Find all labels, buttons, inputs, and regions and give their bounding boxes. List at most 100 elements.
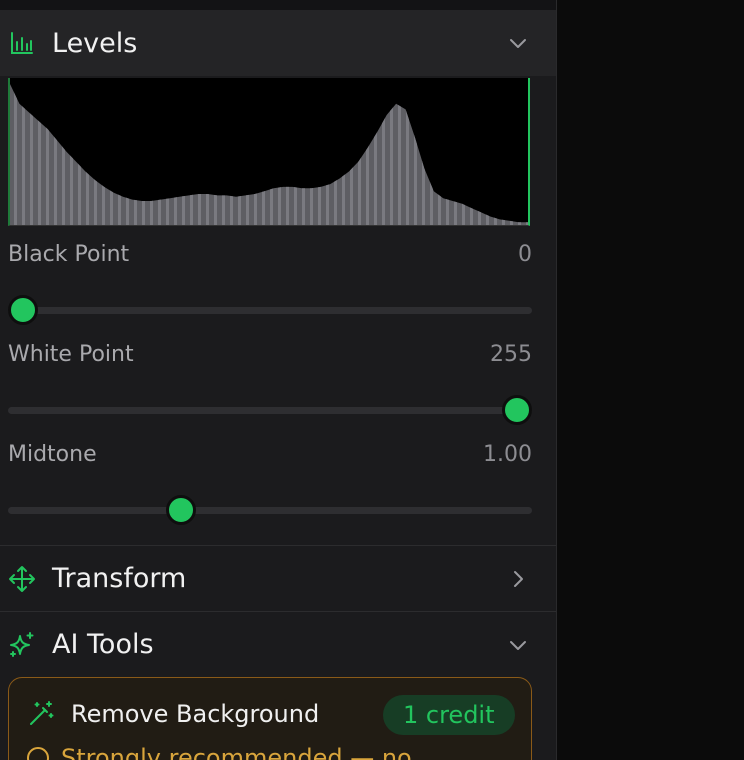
histogram-stripe (94, 84, 97, 225)
histogram-stripe (510, 84, 513, 225)
slider-thumb[interactable] (502, 395, 532, 425)
histogram-stripe (54, 84, 57, 225)
histogram-stripe (158, 84, 161, 225)
white-point-slider[interactable] (8, 395, 532, 425)
histogram-stripe (398, 84, 401, 225)
histogram-stripe (142, 84, 145, 225)
transform-title: Transform (52, 563, 187, 594)
histogram-stripe (270, 84, 273, 225)
histogram-stripe (302, 84, 305, 225)
slider-track[interactable] (8, 407, 532, 414)
info-circle-icon (27, 747, 49, 760)
sparkles-icon (8, 631, 36, 659)
histogram-stripe (62, 84, 65, 225)
histogram-stripe (110, 84, 113, 225)
chevron-down-icon[interactable] (506, 31, 530, 55)
histogram-stripe (278, 84, 281, 225)
histogram-stripe (46, 84, 49, 225)
histogram-stripe (342, 84, 345, 225)
histogram-stripe (254, 84, 257, 225)
slider-track[interactable] (8, 307, 532, 314)
histogram-stripe (262, 84, 265, 225)
black-point-slider[interactable] (8, 295, 532, 325)
slider-thumb[interactable] (166, 495, 197, 525)
bar-chart-icon (8, 29, 36, 57)
histogram-stripe (414, 84, 417, 225)
histogram-stripe (214, 84, 217, 225)
histogram-stripe (78, 84, 81, 225)
histogram-stripe (38, 84, 41, 225)
histogram-stripe (246, 84, 249, 225)
histogram-stripe (70, 84, 73, 225)
histogram-stripe (502, 84, 505, 225)
histogram-stripe (462, 84, 465, 225)
histogram-stripe (422, 84, 425, 225)
remove-background-card[interactable]: Remove Background 1 credit Strongly reco… (8, 677, 532, 760)
histogram-stripe (374, 84, 377, 225)
credit-badge: 1 credit (383, 695, 515, 735)
histogram-stripe (526, 84, 528, 225)
histogram-stripe (182, 84, 185, 225)
histogram-stripe (166, 84, 169, 225)
slider-track[interactable] (8, 507, 532, 514)
slider-thumb[interactable] (8, 295, 38, 325)
histogram-stripe (486, 84, 489, 225)
white-point-label: White Point (8, 342, 134, 367)
histogram-stripe (118, 84, 121, 225)
transform-section-header[interactable]: Transform (0, 545, 556, 611)
histogram-stripe (294, 84, 297, 225)
panel-top-strip (0, 0, 556, 10)
histogram-stripe (430, 84, 433, 225)
histogram-stripe (366, 84, 369, 225)
ai-tools-section-header[interactable]: AI Tools (0, 611, 556, 677)
histogram-stripe (22, 84, 25, 225)
ai-tools-title: AI Tools (52, 629, 154, 660)
levels-title: Levels (52, 27, 138, 59)
histogram-stripe (494, 84, 497, 225)
black-point-label: Black Point (8, 242, 130, 267)
histogram-stripe (310, 84, 313, 225)
black-point-value: 0 (518, 242, 532, 267)
midtone-value: 1.00 (483, 442, 532, 467)
histogram-stripe (358, 84, 361, 225)
histogram-stripe (230, 84, 233, 225)
remove-background-label: Remove Background (71, 700, 320, 728)
histogram-stripe (286, 84, 289, 225)
histogram-stripe (334, 84, 337, 225)
midtone-label: Midtone (8, 442, 97, 467)
levels-section-header[interactable]: Levels (0, 10, 556, 76)
histogram-stripe (326, 84, 329, 225)
histogram-stripe (438, 84, 441, 225)
chevron-down-icon[interactable] (506, 633, 530, 657)
histogram-stripe (198, 84, 201, 225)
histogram-stripe (446, 84, 449, 225)
canvas-area[interactable] (557, 0, 744, 760)
histogram-stripe (14, 84, 17, 225)
histogram-stripe (102, 84, 105, 225)
histogram-stripe (174, 84, 177, 225)
recommendation-text: Strongly recommended — no (61, 744, 412, 760)
histogram-stripe (470, 84, 473, 225)
histogram-stripe (406, 84, 409, 225)
chevron-right-icon[interactable] (506, 567, 530, 591)
histogram-stripe (222, 84, 225, 225)
histogram-stripe (382, 84, 385, 225)
histogram-stripe (150, 84, 153, 225)
histogram-stripe (478, 84, 481, 225)
histogram-stripe (318, 84, 321, 225)
histogram-stripe (350, 84, 353, 225)
levels-histogram (8, 78, 530, 226)
histogram-stripe (238, 84, 241, 225)
midtone-slider[interactable] (8, 495, 532, 525)
histogram-stripe (30, 84, 33, 225)
histogram-stripe (206, 84, 209, 225)
histogram-stripe (134, 84, 137, 225)
histogram-graph (10, 84, 528, 225)
histogram-stripe (518, 84, 521, 225)
histogram-stripe (86, 84, 89, 225)
histogram-stripe (126, 84, 129, 225)
histogram-stripe (454, 84, 457, 225)
recommendation-note: Strongly recommended — no (27, 744, 412, 760)
magic-wand-icon (27, 700, 55, 728)
adjustments-panel: Levels Black Point 0 White Point 255 Mid… (0, 0, 557, 760)
